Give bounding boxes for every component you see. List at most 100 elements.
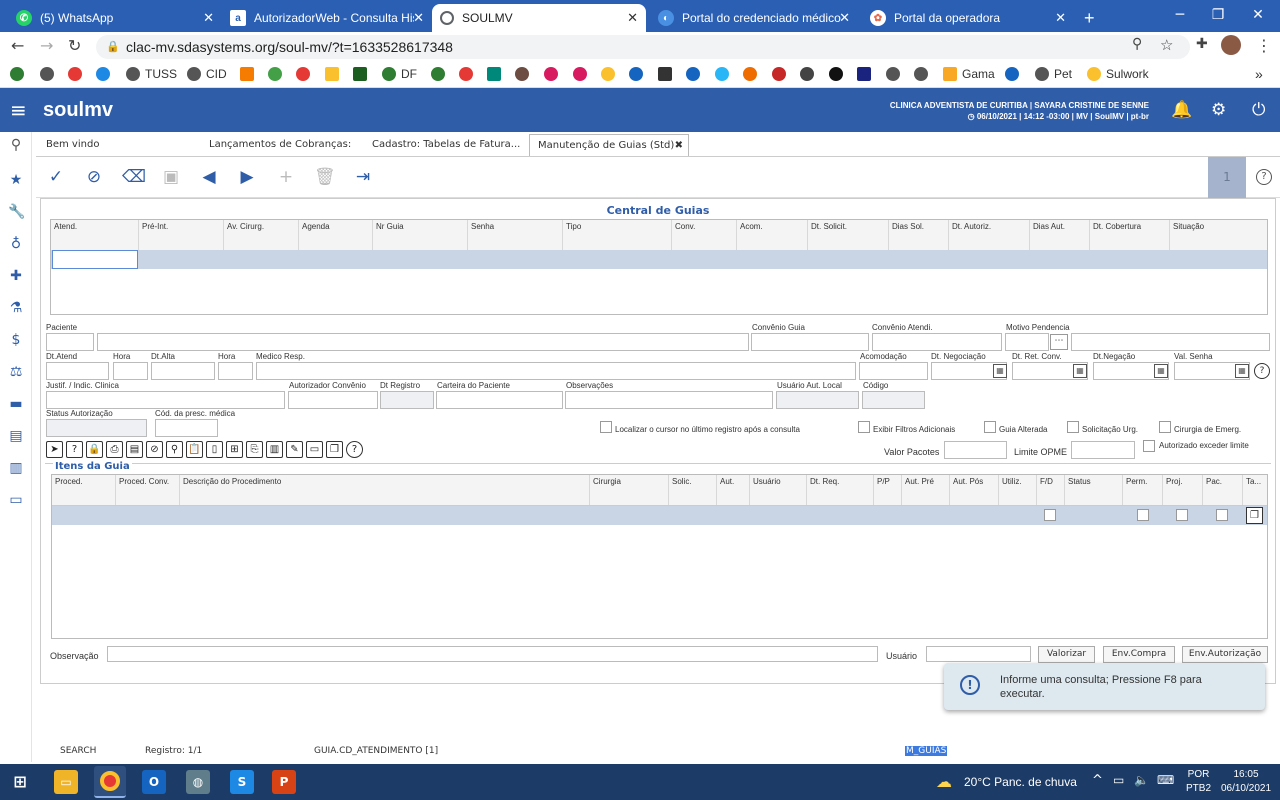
usuario-field[interactable]	[926, 646, 1031, 662]
bookmark-icon-3[interactable]	[68, 66, 87, 82]
valor-pacotes-field[interactable]	[944, 441, 1007, 459]
tab-cadastro[interactable]: Cadastro: Tabelas de Fatura...	[364, 134, 524, 156]
block-icon[interactable]: ⊘	[146, 441, 163, 458]
clipboard-icon[interactable]: 📋	[186, 441, 203, 458]
bookmark-icon-18[interactable]	[658, 66, 677, 82]
browser-tab-soulmv[interactable]: SOULMV ✕	[432, 4, 646, 32]
bookmark-icon-4[interactable]	[96, 66, 115, 82]
convenio-atendi-field[interactable]	[872, 333, 1002, 351]
minimize-icon[interactable]: ─	[1160, 0, 1200, 30]
solicitacao-urg-checkbox[interactable]	[1067, 421, 1079, 433]
calendar-icon[interactable]: ▦	[1154, 364, 1168, 378]
help-circle-icon[interactable]: ?	[66, 441, 83, 458]
printer-icon[interactable]: ⎙	[106, 441, 123, 458]
powerpoint-icon[interactable]: P	[272, 770, 296, 794]
restore-icon[interactable]: ❐	[1198, 0, 1238, 30]
save-icon[interactable]: ▣	[161, 167, 181, 187]
bookmarks-overflow-icon[interactable]: »	[1255, 66, 1263, 82]
exibir-filtros-checkbox[interactable]	[858, 421, 870, 433]
close-icon[interactable]: ✕	[413, 10, 424, 26]
atend-input[interactable]	[52, 250, 138, 269]
close-icon[interactable]: ✖	[675, 135, 683, 156]
clock[interactable]: 16:05 06/10/2021	[1218, 768, 1274, 796]
cod-presc-field[interactable]	[155, 419, 218, 437]
calendar-icon[interactable]: ▦	[993, 364, 1007, 378]
confirm-check-icon[interactable]: ✓	[46, 167, 66, 187]
help-icon[interactable]: ?	[1254, 363, 1270, 379]
document-icon[interactable]: ▥	[8, 460, 24, 476]
hora-atend-field[interactable]	[113, 362, 148, 380]
dollar-icon[interactable]: $	[8, 332, 24, 348]
volume-icon[interactable]: 🔈	[1134, 773, 1149, 787]
next-icon[interactable]: ▶	[237, 167, 257, 187]
table-row[interactable]	[51, 250, 1267, 269]
star-icon[interactable]: ★	[8, 172, 24, 188]
medical-kit-icon[interactable]: ✚	[8, 268, 24, 284]
perm-checkbox[interactable]	[1137, 509, 1149, 521]
power-icon[interactable]: ⏻	[1252, 100, 1265, 120]
env-compra-button[interactable]: Env.Compra	[1103, 646, 1175, 663]
dt-atend-field[interactable]	[46, 362, 109, 380]
profile-avatar[interactable]	[1221, 35, 1241, 55]
app-taskbar-icon[interactable]: ◍	[186, 770, 210, 794]
observacoes-field[interactable]	[565, 391, 773, 409]
chrome-taskbar-icon[interactable]	[94, 766, 126, 798]
bookmark-icon-19[interactable]	[686, 66, 705, 82]
dt-alta-field[interactable]	[151, 362, 215, 380]
exit-icon[interactable]: ⇥	[353, 167, 373, 187]
outlook-icon[interactable]: O	[142, 770, 166, 794]
lookup-dots-button[interactable]: ⋯	[1050, 334, 1068, 350]
autorizador-convenio-field[interactable]	[288, 391, 378, 409]
bookmark-pet[interactable]: Pet	[1035, 66, 1072, 82]
bookmark-icon-25[interactable]	[857, 66, 876, 82]
motivo-pendencia-code-field[interactable]	[1005, 333, 1049, 351]
bookmark-icon-28[interactable]	[1005, 66, 1024, 82]
carteira-field[interactable]	[436, 391, 563, 409]
hamburger-menu-icon[interactable]: ≡	[10, 98, 27, 122]
reload-icon[interactable]: ↻	[68, 36, 81, 55]
bookmark-icon-10[interactable]	[431, 66, 450, 82]
valorizar-button[interactable]: Valorizar	[1038, 646, 1095, 663]
bookmark-df[interactable]: DF	[382, 66, 417, 82]
truck-icon[interactable]: ▬	[8, 396, 24, 412]
copy-icon[interactable]: ❐	[326, 441, 343, 458]
bookmark-cid[interactable]: CID	[187, 66, 227, 82]
copy-icon[interactable]: ❐	[1246, 507, 1263, 524]
wrench-icon[interactable]: 🔧	[8, 204, 25, 220]
bookmark-gama[interactable]: Gama	[943, 66, 995, 82]
browser-tab-portal-credenciado[interactable]: ◐ Portal do credenciado médico ✕	[650, 4, 858, 32]
question-icon[interactable]: ?	[346, 441, 363, 458]
close-icon[interactable]: ✕	[839, 10, 850, 26]
weather-text[interactable]: 20°C Panc. de chuva	[964, 775, 1077, 789]
extensions-icon[interactable]: ✚	[1196, 36, 1208, 52]
windows-start-icon[interactable]: ⊞	[8, 770, 32, 794]
close-icon[interactable]: ✕	[1055, 10, 1066, 26]
tab-bem-vindo[interactable]: Bem vindo	[38, 134, 188, 156]
cancel-icon[interactable]: ⊘	[84, 167, 104, 187]
bookmark-icon-16[interactable]	[601, 66, 620, 82]
add-document-icon[interactable]: ⊞	[226, 441, 243, 458]
justif-field[interactable]	[46, 391, 285, 409]
star-icon[interactable]: ☆	[1160, 36, 1173, 54]
calendar-icon[interactable]: ▦	[1235, 364, 1249, 378]
bookmark-icon-24[interactable]	[829, 66, 848, 82]
bookmark-icon-5[interactable]	[240, 66, 259, 82]
pac-checkbox[interactable]	[1216, 509, 1228, 521]
convenio-guia-field[interactable]	[751, 333, 869, 351]
bookmark-icon-11[interactable]	[459, 66, 478, 82]
new-tab-button[interactable]: +	[1076, 4, 1106, 32]
bell-icon[interactable]: 🔔	[1171, 100, 1192, 120]
bookmark-icon-21[interactable]	[743, 66, 762, 82]
eraser-icon[interactable]: ⌫	[122, 167, 146, 187]
paciente-code-field[interactable]	[46, 333, 94, 351]
env-autorizacao-button[interactable]: Env.Autorização	[1182, 646, 1268, 663]
language-indicator[interactable]: POR PTB2	[1186, 768, 1211, 796]
guia-alterada-checkbox[interactable]	[984, 421, 996, 433]
bookmark-icon-1[interactable]	[10, 66, 29, 82]
paciente-name-field[interactable]	[97, 333, 749, 351]
table-row[interactable]: ❐	[52, 506, 1267, 525]
url-input[interactable]: 🔒 clac-mv.sdasystems.org/soul-mv/?t=1633…	[96, 35, 1190, 59]
back-icon[interactable]: ←	[11, 36, 24, 55]
forward-icon[interactable]: →	[40, 36, 53, 55]
bookmark-icon-9[interactable]	[353, 66, 372, 82]
